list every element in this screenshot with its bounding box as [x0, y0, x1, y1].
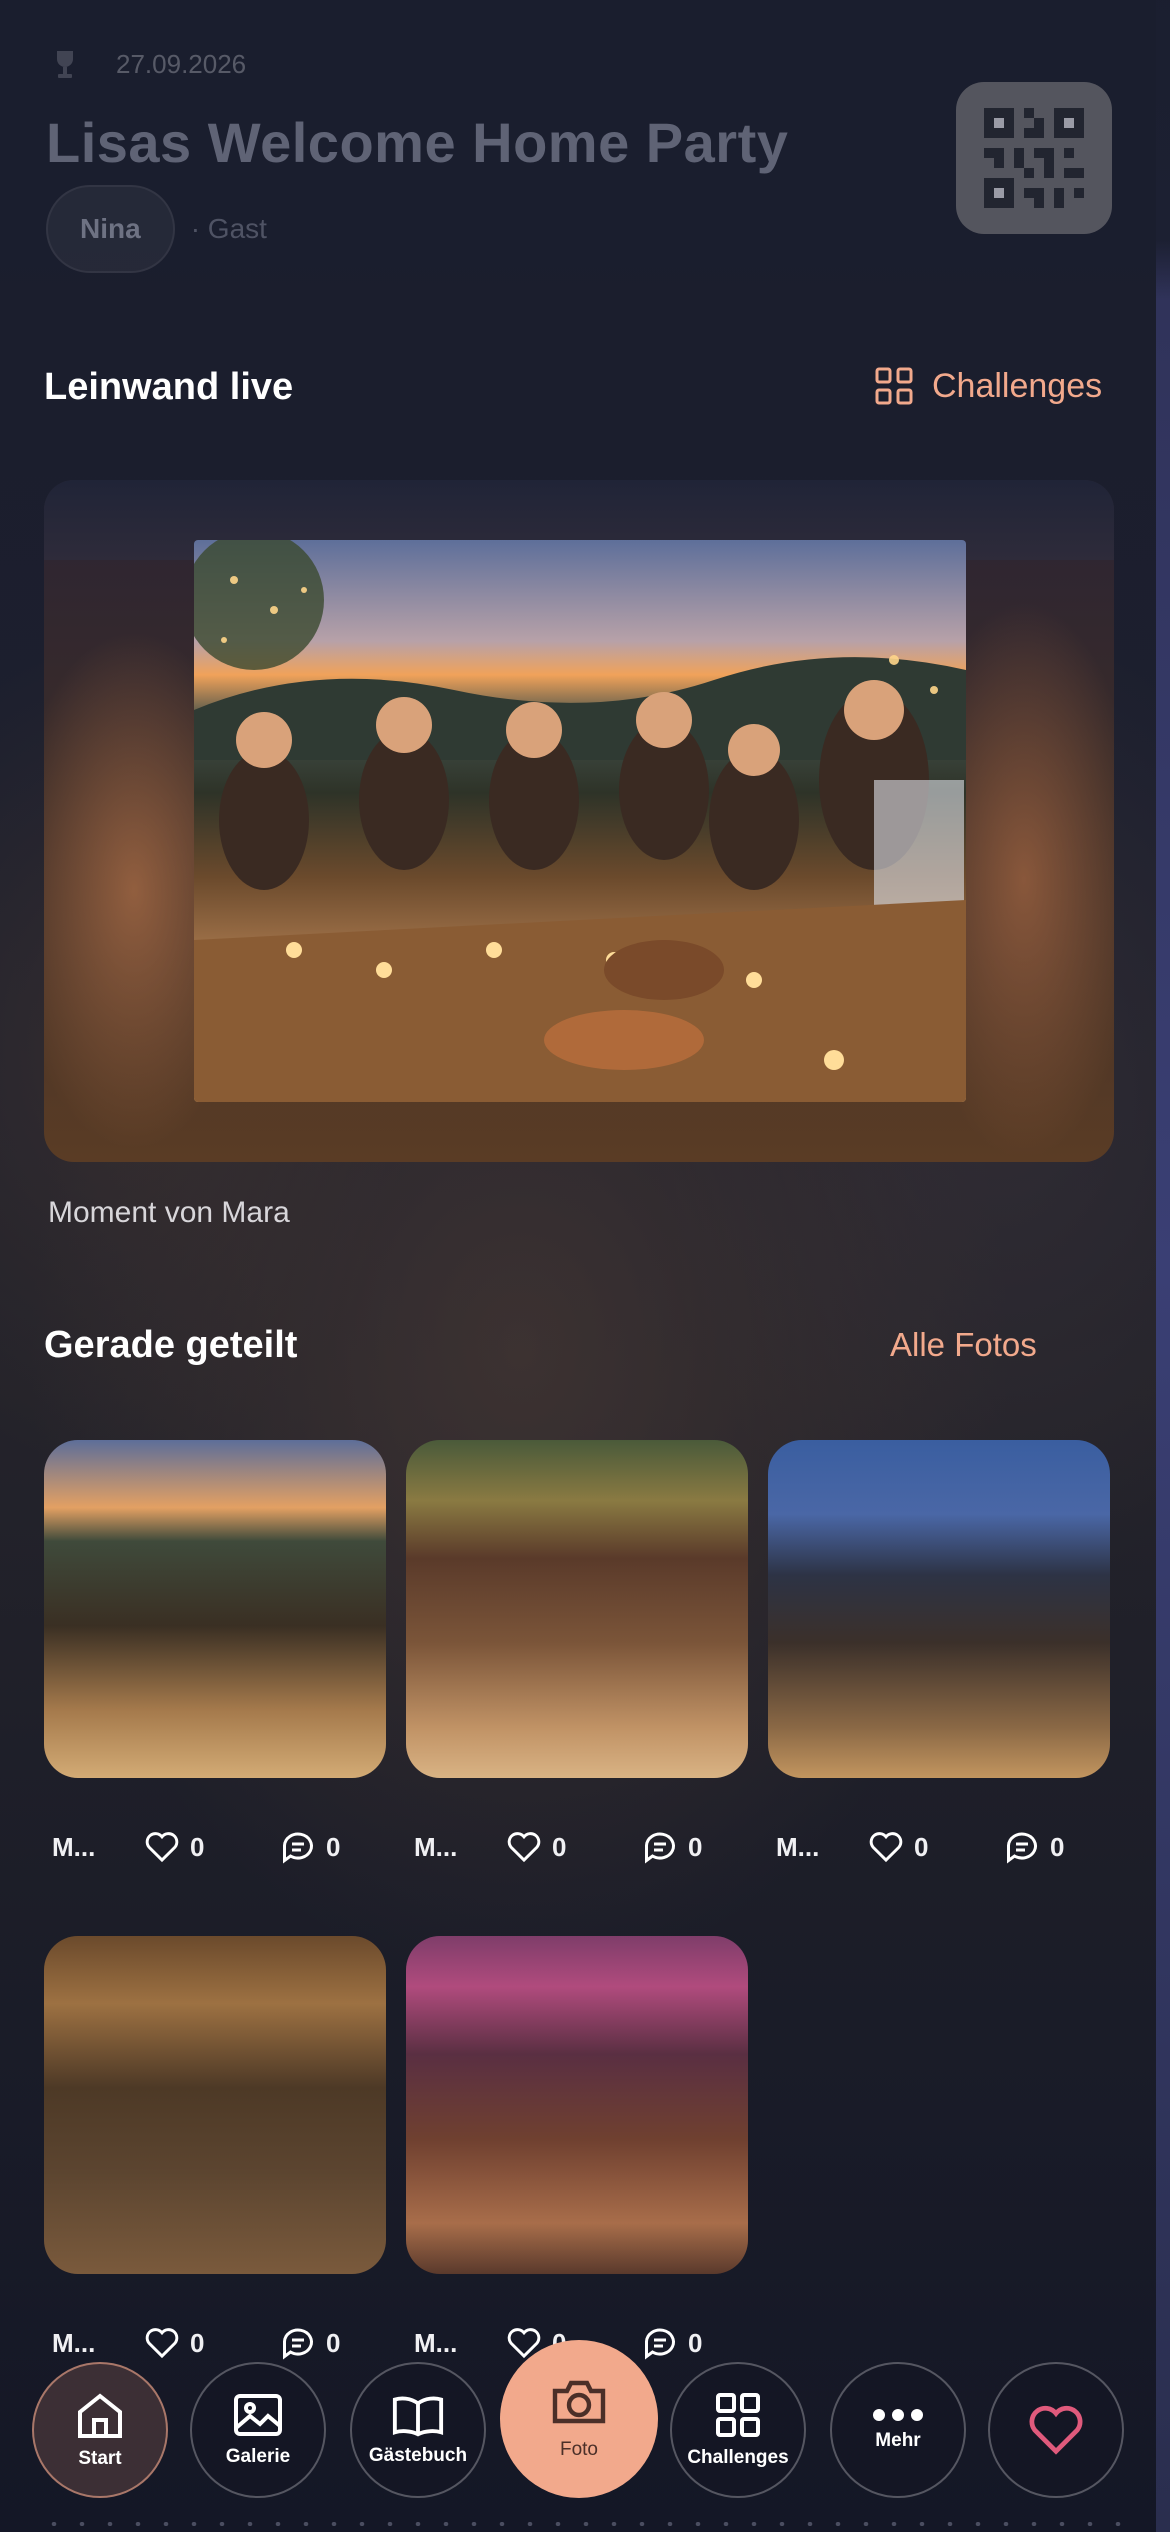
photo-meta-1: M... 0 0: [52, 1830, 394, 1864]
nav-mehr[interactable]: Mehr: [830, 2362, 966, 2498]
qr-code-button[interactable]: [956, 82, 1112, 234]
scroll-edge: [1156, 0, 1170, 2532]
nav-start[interactable]: Start: [32, 2362, 168, 2498]
photo-meta-2: M... 0 0: [414, 1830, 756, 1864]
live-screen-slideshow[interactable]: [44, 480, 1114, 1162]
image-icon: [234, 2394, 282, 2436]
nav-galerie-label: Galerie: [225, 2446, 291, 2467]
photo-thumb-4[interactable]: [44, 1936, 386, 2274]
nav-challenges-label: Challenges: [687, 2447, 789, 2468]
live-photo: [194, 540, 966, 1102]
all-photos-link[interactable]: Alle Fotos: [890, 1326, 1037, 1364]
nav-favorites[interactable]: [988, 2362, 1124, 2498]
camera-icon: [552, 2380, 606, 2424]
event-title: Lisas Welcome Home Party: [46, 111, 789, 174]
comment-count: 0: [688, 1831, 703, 1862]
nav-gaestebuch[interactable]: Gästebuch: [350, 2362, 486, 2498]
heart-icon: [869, 1832, 903, 1863]
photo-thumb-3[interactable]: [768, 1440, 1110, 1778]
comment-icon: [645, 1832, 675, 1864]
bottom-navigation: Start Galerie Gästebuch Foto Challenges …: [0, 2340, 1170, 2532]
like-button[interactable]: 0: [868, 1831, 1004, 1863]
live-caption: Moment von Mara: [48, 1196, 290, 1229]
shared-section-title: Gerade geteilt: [44, 1324, 298, 1366]
challenges-link[interactable]: Challenges: [874, 366, 1102, 406]
nav-mehr-label: Mehr: [875, 2430, 921, 2451]
like-button[interactable]: 0: [144, 1831, 280, 1863]
grid-icon: [875, 367, 913, 405]
comment-icon: [1007, 1832, 1037, 1864]
comment-icon: [283, 1832, 313, 1864]
like-count: 0: [914, 1831, 929, 1862]
like-count: 0: [190, 1831, 205, 1862]
nav-start-label: Start: [78, 2448, 122, 2469]
nav-foto-label: Foto: [559, 2439, 599, 2460]
nav-foto-capture-button[interactable]: Foto: [500, 2340, 658, 2498]
photo-author: M...: [776, 1831, 820, 1862]
live-section-title: Leinwand live: [44, 366, 294, 408]
more-icon: [873, 2409, 923, 2421]
comment-button[interactable]: 0: [642, 1830, 702, 1864]
nav-challenges[interactable]: Challenges: [670, 2362, 806, 2498]
book-icon: [392, 2396, 444, 2437]
trophy-icon: [57, 51, 73, 78]
photo-thumb-2[interactable]: [406, 1440, 748, 1778]
photo-author: M...: [52, 1831, 96, 1862]
qr-code-icon: [984, 108, 1084, 208]
nav-gaestebuch-label: Gästebuch: [368, 2445, 468, 2466]
photo-thumb-1[interactable]: [44, 1440, 386, 1778]
user-name-chip[interactable]: Nina: [46, 185, 175, 273]
live-photo-scene: [194, 540, 966, 1102]
like-count: 0: [552, 1831, 567, 1862]
comment-button[interactable]: 0: [280, 1830, 340, 1864]
event-header: 27.09.2026 Lisas Welcome Home Party Nina…: [0, 0, 1170, 300]
comment-button[interactable]: 0: [1004, 1830, 1064, 1864]
event-date: 27.09.2026: [116, 48, 247, 79]
photo-meta-3: M... 0 0: [776, 1830, 1118, 1864]
grid-icon: [716, 2393, 760, 2437]
home-indicator-dots: [40, 2522, 1130, 2526]
photo-author: M...: [414, 1831, 458, 1862]
heart-icon: [507, 1832, 541, 1863]
home-icon: [78, 2393, 122, 2438]
comment-count: 0: [1050, 1831, 1065, 1862]
comment-count: 0: [326, 1831, 341, 1862]
nav-galerie[interactable]: Galerie: [190, 2362, 326, 2498]
heart-icon: [145, 1832, 179, 1863]
user-row: Nina · Gast: [46, 185, 267, 273]
user-role: · Gast: [190, 213, 267, 244]
challenges-link-label: Challenges: [932, 366, 1103, 405]
heart-icon: [1029, 2405, 1083, 2455]
like-button[interactable]: 0: [506, 1831, 642, 1863]
date-row: 27.09.2026: [50, 48, 246, 80]
photo-thumb-5[interactable]: [406, 1936, 748, 2274]
